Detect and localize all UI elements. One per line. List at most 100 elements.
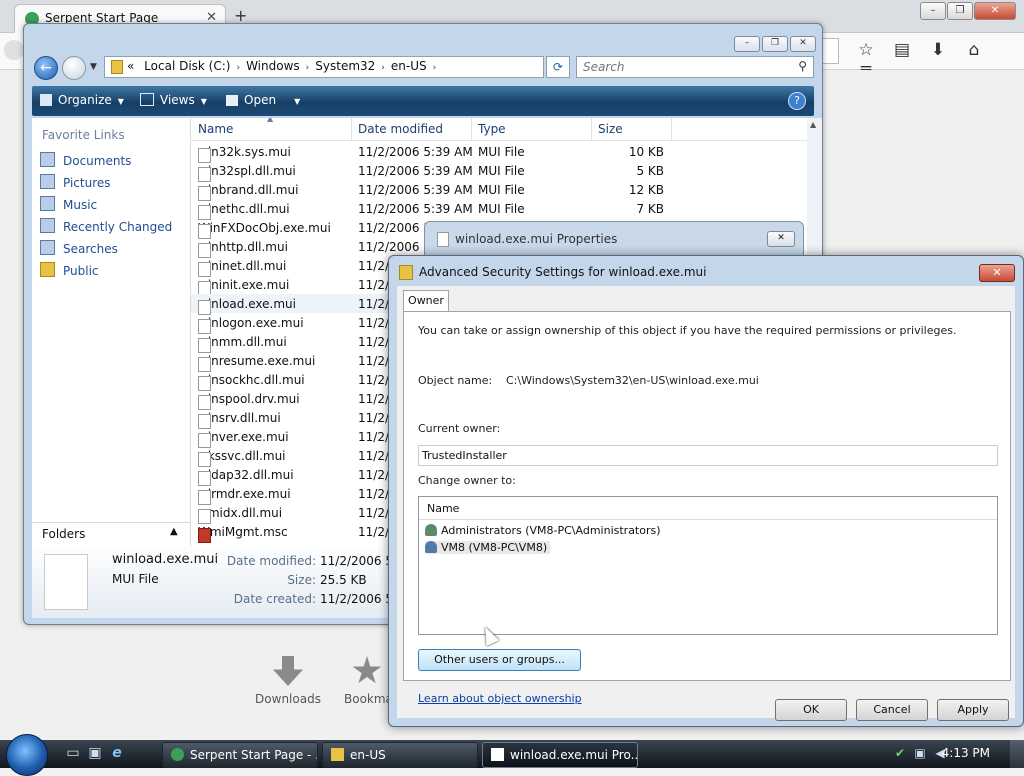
column-divider[interactable] [351, 118, 352, 140]
cancel-button[interactable]: Cancel [856, 699, 928, 721]
user-icon [425, 541, 437, 553]
search-icon[interactable]: ⚲ [798, 59, 807, 73]
task-winload-properties[interactable]: winload.exe.mui Pro... [482, 742, 638, 768]
search-field[interactable] [581, 59, 785, 75]
views-button[interactable]: Views ▼ [140, 93, 207, 107]
apply-button[interactable]: Apply [937, 699, 1009, 721]
table-row[interactable]: win32spl.dll.mui 11/2/2006 5:39 AM MUI Fil… [191, 161, 807, 182]
breadcrumb-system32[interactable]: System32 [315, 59, 375, 73]
file-name-cell: WinFXDocObj.exe.mui [198, 221, 331, 239]
folders-toggle[interactable]: Folders ▲ [32, 522, 190, 546]
favorite-label: Music [63, 198, 98, 212]
file-name: winver.exe.mui [198, 430, 289, 444]
file-name-cell: win32k.sys.mui [198, 145, 291, 163]
chevron-right-icon[interactable]: › [306, 63, 310, 73]
task-serpent-start-page[interactable]: Serpent Start Page - ... [162, 742, 318, 768]
other-users-or-groups-button[interactable]: Other users or groups... [418, 649, 581, 671]
downloads-icon[interactable]: ⬇ [920, 40, 956, 60]
refresh-button[interactable]: ⟳ [546, 56, 570, 78]
favorite-documents[interactable]: Documents [40, 152, 131, 168]
history-dropdown-icon[interactable]: ▼ [90, 62, 97, 72]
chevron-right-icon[interactable]: › [381, 63, 385, 73]
home-icon[interactable]: ⌂ [956, 40, 992, 60]
breadcrumb-local-disk[interactable]: Local Disk (C:) [144, 59, 230, 73]
clock[interactable]: 4:13 PM [942, 746, 990, 760]
forward-arrow-button[interactable] [62, 56, 86, 80]
network-icon[interactable]: ▣ [910, 746, 930, 760]
security-check-icon[interactable]: ✔ [890, 746, 910, 760]
file-size-cell: 7 KB [636, 202, 664, 216]
owner-item-administrators[interactable]: Administrators (VM8-PC\Administrators) [425, 524, 661, 537]
table-row[interactable]: win32k.sys.mui 11/2/2006 5:39 AM MUI File 1… [191, 142, 807, 163]
file-date-cell: 11/2/ [358, 354, 389, 368]
favorite-music[interactable]: Music [40, 196, 97, 212]
chevron-right-icon[interactable]: › [433, 63, 437, 73]
column-size[interactable]: Size [598, 122, 623, 136]
address-bar[interactable]: « Local Disk (C:) › Windows › System32 › en-US… [104, 56, 617, 78]
column-divider[interactable] [591, 118, 592, 140]
searches-icon [40, 240, 55, 255]
file-name-cell: wldap32.dll.mui [198, 468, 294, 486]
task-en-us[interactable]: en-US [322, 742, 478, 768]
file-name: winethc.dll.mui [198, 202, 290, 216]
owner-item-label: Administrators (VM8-PC\Administrators) [441, 524, 661, 537]
tab-owner[interactable]: Owner [403, 290, 449, 312]
column-name[interactable]: Name [198, 122, 233, 136]
switch-windows-icon[interactable]: ▣ [84, 745, 106, 761]
file-date-cell: 11/2/ [358, 373, 389, 387]
current-owner-value: TrustedInstaller [422, 449, 507, 462]
favorite-public[interactable]: Public [40, 262, 99, 278]
ok-button[interactable]: OK [775, 699, 847, 721]
file-date-cell: 11/2/2006 5:39 AM [358, 183, 473, 197]
browser-back-button[interactable] [4, 40, 24, 60]
open-button[interactable]: Open ▼ [226, 93, 300, 107]
breadcrumb-en-us[interactable]: en-US [391, 59, 427, 73]
learn-ownership-link[interactable]: Learn about object ownership [418, 692, 582, 705]
minimize-button[interactable]: – [920, 2, 946, 20]
folder-icon [331, 748, 344, 761]
bookmarks-tile[interactable]: Bookma [344, 656, 390, 706]
start-button[interactable] [6, 734, 48, 776]
table-row[interactable]: winbrand.dll.mui 11/2/2006 5:39 AM MUI Fil… [191, 180, 807, 201]
column-type[interactable]: Type [478, 122, 506, 136]
search-input[interactable]: ⚲ [576, 56, 814, 78]
column-date-modified[interactable]: Date modified [358, 122, 443, 136]
help-button[interactable]: ? [788, 92, 806, 110]
show-desktop-icon[interactable]: ▭ [62, 745, 84, 761]
file-name: winsockhc.dll.mui [198, 373, 305, 387]
folder-icon [111, 60, 123, 74]
file-icon [437, 232, 449, 247]
chevron-down-icon: ▼ [200, 97, 207, 106]
close-button[interactable]: ✕ [974, 2, 1016, 20]
maximize-button[interactable]: ❐ [947, 2, 973, 20]
file-date-cell: 11/2/ [358, 297, 389, 311]
downloads-tile[interactable]: Downloads [252, 656, 324, 706]
explorer-close-button[interactable]: ✕ [790, 36, 816, 52]
organize-button[interactable]: Organize ▼ [40, 93, 124, 107]
owner-item-vm8[interactable]: VM8 (VM8-PC\VM8) [425, 541, 551, 554]
favorite-recently-changed[interactable]: Recently Changed [40, 218, 172, 234]
back-arrow-button[interactable]: ← [34, 56, 58, 80]
chevron-right-icon[interactable]: › [236, 63, 240, 73]
scroll-up-icon[interactable]: ▲ [810, 120, 816, 129]
file-date-cell: 11/2/ [358, 449, 389, 463]
advanced-close-button[interactable]: ✕ [979, 264, 1015, 282]
column-name[interactable]: Name [427, 502, 459, 515]
explorer-minimize-button[interactable]: – [734, 36, 760, 52]
breadcrumb-overflow[interactable]: « [127, 59, 134, 73]
internet-explorer-icon[interactable]: e [106, 745, 128, 761]
breadcrumb-windows[interactable]: Windows [246, 59, 300, 73]
reading-list-icon[interactable]: ▤ [884, 40, 920, 60]
change-owner-label: Change owner to: [418, 474, 516, 487]
column-divider[interactable] [471, 118, 472, 140]
file-date-cell: 11/2/ [358, 468, 389, 482]
bookmarks-tile-label: Bookma [344, 692, 390, 706]
table-row[interactable]: winethc.dll.mui 11/2/2006 5:39 AM MUI File… [191, 199, 807, 220]
properties-close-button[interactable]: ✕ [767, 231, 795, 247]
favorite-pictures[interactable]: Pictures [40, 174, 111, 190]
explorer-maximize-button[interactable]: ❐ [762, 36, 788, 52]
column-divider[interactable] [671, 118, 672, 140]
favorite-searches[interactable]: Searches [40, 240, 118, 256]
show-desktop-button[interactable] [1010, 740, 1024, 768]
bookmark-star-icon[interactable]: ☆ [848, 40, 884, 60]
